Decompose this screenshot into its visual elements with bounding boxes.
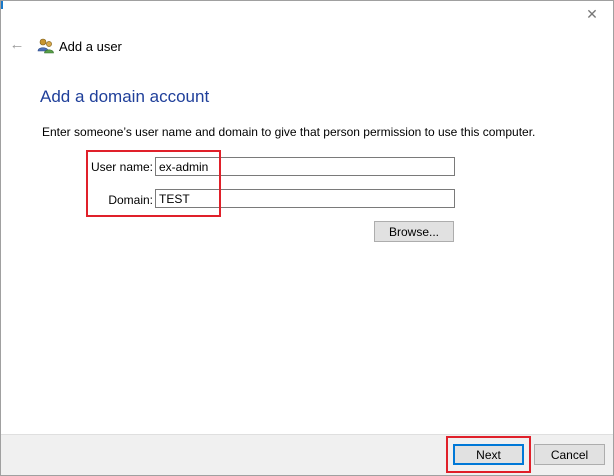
domain-label: Domain:	[108, 193, 153, 207]
window-edge-accent	[1, 1, 3, 9]
user-name-label: User name:	[90, 160, 153, 174]
browse-button[interactable]: Browse...	[374, 221, 454, 242]
next-button[interactable]: Next	[453, 444, 524, 465]
add-user-dialog: ✕ ← Add a user Add a domain account Ente…	[0, 0, 614, 476]
user-name-input[interactable]	[155, 157, 455, 176]
dialog-title: Add a user	[59, 39, 122, 54]
domain-input[interactable]	[155, 189, 455, 208]
cancel-button[interactable]: Cancel	[534, 444, 605, 465]
back-arrow-icon[interactable]: ←	[9, 37, 25, 53]
instructions-text: Enter someone’s user name and domain to …	[42, 125, 536, 139]
page-heading: Add a domain account	[40, 87, 210, 106]
close-icon[interactable]: ✕	[585, 7, 599, 21]
users-icon	[37, 37, 55, 55]
